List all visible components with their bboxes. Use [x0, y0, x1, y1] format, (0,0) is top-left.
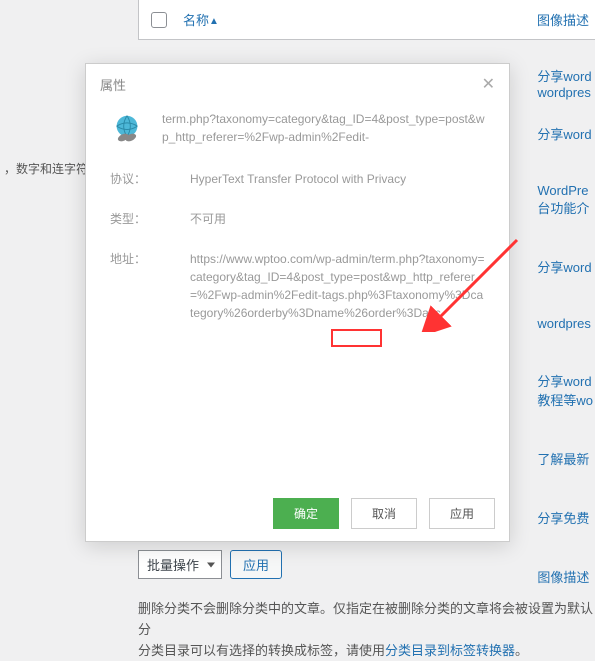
converter-link[interactable]: 分类目录到标签转换器 — [385, 643, 515, 658]
cancel-button[interactable]: 取消 — [351, 498, 417, 529]
id-highlight-annotation — [331, 329, 382, 347]
apply-button[interactable]: 应用 — [429, 498, 495, 529]
close-icon[interactable]: ✕ — [482, 74, 495, 94]
globe-link-icon — [110, 112, 144, 146]
type-label: 类型： — [110, 210, 190, 228]
url-preview-text: term.php?taxonomy=category&tag_ID=4&post… — [162, 110, 485, 146]
type-value: 不可用 — [190, 210, 226, 228]
dialog-title: 属性 — [100, 75, 126, 94]
modal-overlay: 属性 ✕ term.php?taxonomy=category&tag_ID=4… — [0, 0, 595, 636]
protocol-label: 协议： — [110, 170, 190, 188]
address-label: 地址： — [110, 250, 190, 322]
address-value: https://www.wptoo.com/wp-admin/term.php?… — [190, 250, 485, 322]
ok-button[interactable]: 确定 — [273, 498, 339, 529]
properties-dialog: 属性 ✕ term.php?taxonomy=category&tag_ID=4… — [85, 63, 510, 542]
protocol-value: HyperText Transfer Protocol with Privacy — [190, 170, 406, 188]
